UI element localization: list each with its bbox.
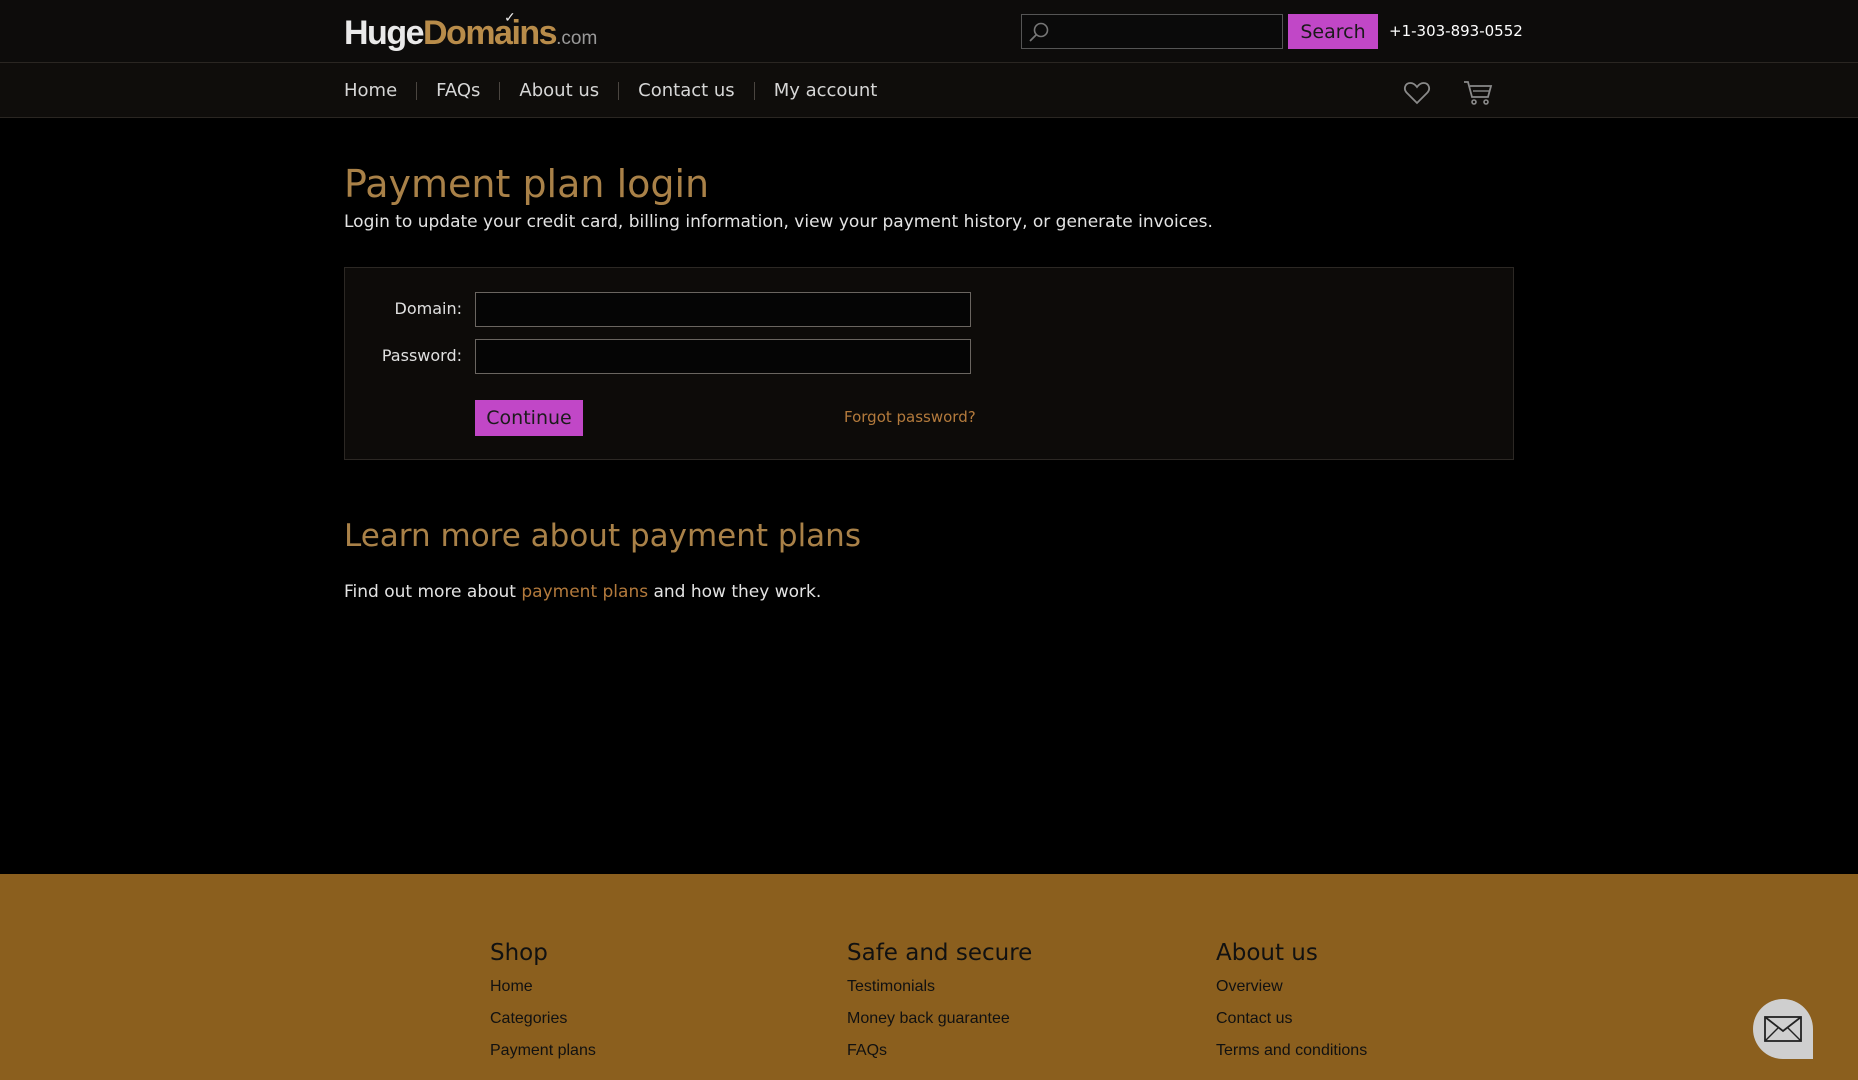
footer-column-title: About us: [1216, 940, 1318, 966]
footer-link-contact-us[interactable]: Contact us: [1216, 1010, 1367, 1028]
learn-more-heading: Learn more about payment plans: [344, 518, 861, 554]
footer-link-testimonials[interactable]: Testimonials: [847, 978, 1032, 996]
nav-item-my-account[interactable]: My account: [753, 81, 897, 100]
footer-column-title: Safe and secure: [847, 940, 1033, 966]
footer-column-about-us: About us Overview Contact us Terms and c…: [1216, 940, 1367, 1074]
footer-link-payment-plans[interactable]: Payment plans: [490, 1042, 596, 1060]
nav-item-faqs[interactable]: FAQs: [416, 81, 499, 100]
search-icon: [1029, 22, 1049, 42]
page-title: Payment plan login: [344, 162, 710, 206]
footer-column-shop: Shop Home Categories Payment plans: [490, 940, 596, 1074]
continue-button[interactable]: Continue: [475, 400, 583, 436]
payment-plans-link[interactable]: payment plans: [521, 582, 648, 602]
footer-column-safe-and-secure: Safe and secure Testimonials Money back …: [847, 940, 1032, 1074]
forgot-password-link[interactable]: Forgot password?: [844, 408, 976, 426]
nav-item-about-us[interactable]: About us: [499, 81, 618, 100]
main-nav: Home FAQs About us Contact us My account: [344, 63, 896, 118]
nav-item-home[interactable]: Home: [344, 81, 416, 100]
footer-link-home[interactable]: Home: [490, 978, 596, 996]
logo-text-huge: Huge: [344, 14, 425, 52]
footer-column-title: Shop: [490, 940, 548, 966]
footer-link-money-back-guarantee[interactable]: Money back guarantee: [847, 1010, 1032, 1028]
main-nav-bar: Home FAQs About us Contact us My account: [0, 63, 1858, 118]
footer-link-overview[interactable]: Overview: [1216, 978, 1367, 996]
top-bar: HugeDomains.com ✓ Search +1-303-893-0552: [0, 0, 1858, 63]
footer-link-categories[interactable]: Categories: [490, 1010, 596, 1028]
envelope-icon: [1764, 1016, 1802, 1042]
footer-link-faqs[interactable]: FAQs: [847, 1042, 1032, 1060]
chat-button[interactable]: [1753, 999, 1813, 1059]
footer-link-terms-and-conditions[interactable]: Terms and conditions: [1216, 1042, 1367, 1060]
domain-input[interactable]: [475, 292, 971, 327]
heart-icon[interactable]: [1403, 79, 1431, 107]
learn-more-text: Find out more about payment plans and ho…: [344, 582, 821, 602]
search-button[interactable]: Search: [1288, 14, 1378, 49]
phone-number[interactable]: +1-303-893-0552: [1389, 22, 1523, 40]
password-label: Password:: [381, 346, 462, 365]
password-input[interactable]: [475, 339, 971, 374]
cart-icon[interactable]: [1463, 79, 1493, 107]
logo-text-com: .com: [556, 28, 598, 49]
learn-more-text-before: Find out more about: [344, 582, 522, 602]
domain-label: Domain:: [394, 299, 462, 318]
page-intro: Login to update your credit card, billin…: [344, 212, 1213, 232]
logo-check-icon: ✓: [504, 9, 516, 25]
main-content: Payment plan login Login to update your …: [344, 118, 1514, 602]
search-input[interactable]: [1054, 15, 1280, 48]
site-logo[interactable]: HugeDomains.com ✓: [344, 9, 598, 53]
footer: Shop Home Categories Payment plans Safe …: [0, 874, 1858, 1080]
login-form-panel: Domain: Password: Continue Forgot passwo…: [344, 267, 1514, 460]
search-field[interactable]: [1021, 14, 1283, 49]
nav-item-contact-us[interactable]: Contact us: [618, 81, 754, 100]
learn-more-text-after: and how they work.: [648, 582, 822, 602]
logo-text-domains: Domains: [423, 14, 558, 52]
